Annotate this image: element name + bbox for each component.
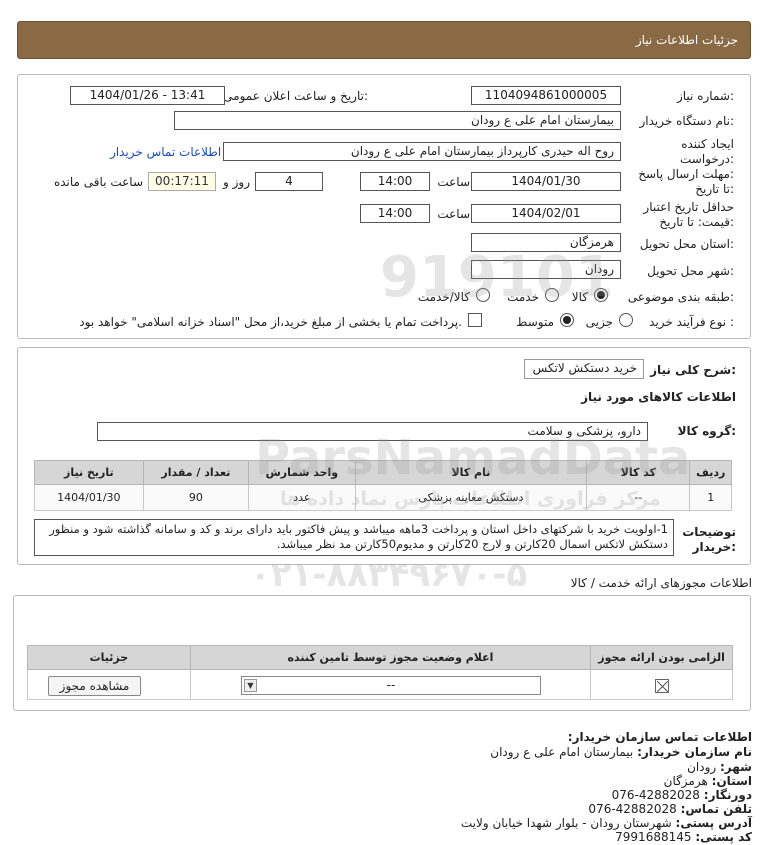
permit-status-select[interactable]: ▼ -- [241,676,541,695]
process-option-minor: جزیی [585,315,613,329]
contact-title: اطلاعات تماس سازمان خریدار: [567,730,752,744]
col-details: جزئیات [27,645,191,670]
validity-label-2: قیمت: تا تاریخ: [659,215,734,229]
category-option-both: کالا/خدمت [417,290,470,304]
contact-postal: کد پستی: 7991688145 [615,830,752,844]
process-radio-minor[interactable] [619,313,633,327]
remaining-label: ساعت باقی مانده [53,175,143,189]
goods-table: تاریخ نیاز تعداد / مقدار واحد شمارش نام … [34,460,732,511]
goods-table-header: تاریخ نیاز تعداد / مقدار واحد شمارش نام … [34,460,732,485]
summary-label: شرح کلی نیاز: [650,363,736,377]
validity-time-field: 14:00 [360,204,430,223]
notes-box: 1-اولویت خرید با شرکتهای داخل استان و پر… [34,519,674,556]
province-field: هرمزگان [471,233,621,252]
category-label: طبقه بندی موضوعی: [627,290,734,304]
days-label: روز و [223,175,250,189]
buyer-field: بیمارستان امام علی ع رودان [174,111,621,130]
category-radio-service[interactable] [545,288,559,302]
permit-required-checkbox [655,679,669,693]
cell-date: 1404/01/30 [34,484,144,511]
col-code: کد کالا [586,460,691,485]
category-option-service: خدمت [507,290,539,304]
contact-fax: دورنگار: 076-42882028 [611,788,752,802]
cell-qty: 90 [142,484,250,511]
cell-code: -- [586,484,691,511]
city-label: شهر محل تحویل: [647,264,734,278]
notes-text: 1-اولویت خرید با شرکتهای داخل استان و پر… [49,522,668,551]
category-option-goods: کالا [571,290,588,304]
deadline-label-1: مهلت ارسال پاسخ: [638,167,734,181]
deadline-time-field: 14:00 [360,172,430,191]
deadline-time-label: ساعت [437,175,470,189]
cell-unit: عدد [248,484,356,511]
cell-row: 1 [689,484,732,511]
col-status: اعلام وضعیت مجوز توسط تامین کننده [189,645,592,670]
col-unit: واحد شمارش [248,460,356,485]
validity-time-label: ساعت [437,207,470,221]
remaining-time-field: 00:17:11 [148,172,216,191]
table-row: 1404/01/30 90 عدد دستکش معاینه پزشکی -- … [34,484,732,511]
need-number-label: شماره نیاز: [676,89,734,103]
notes-label-2: خریدار: [692,540,736,554]
category-radio-goods[interactable] [594,288,608,302]
goods-info-title: اطلاعات کالاهای مورد نیاز [581,390,736,404]
payment-note: پرداخت تمام یا بخشی از مبلغ خرید،از محل … [79,315,462,329]
process-radio-medium[interactable] [560,313,574,327]
col-name: نام کالا [354,460,588,485]
page-title: جزئیات اطلاعات نیاز [635,33,738,47]
need-number-field: 1104094861000005 [471,86,621,105]
chevron-down-icon[interactable]: ▼ [244,679,257,692]
province-label: استان محل تحویل: [639,237,734,251]
notes-label-1: توضیحات [682,525,736,539]
deadline-date-field: 1404/01/30 [471,172,621,191]
validity-date-field: 1404/02/01 [471,204,621,223]
page-header: جزئیات اطلاعات نیاز [17,21,751,59]
process-label: نوع فرآیند خرید : [649,315,734,329]
validity-label-1: حداقل تاریخ اعتبار [643,200,734,214]
col-date: تاریخ نیاز [34,460,144,485]
group-field: دارو، پزشکی و سلامت [97,422,648,441]
city-field: رودان [471,260,621,279]
contact-phone: تلفن تماس: 076-42882028 [588,802,752,816]
contact-address: آدرس پستی: شهرستان رودان - بلوار شهدا خی… [460,816,752,830]
col-required: الزامی بودن ارائه مجوز [590,645,733,670]
announce-field: 1404/01/26 - 13:41 [70,86,225,105]
creator-label-2: درخواست: [680,152,734,166]
days-field: 4 [255,172,323,191]
creator-label-1: ایجاد کننده [681,137,734,151]
contact-org: نام سازمان خریدار: بیمارستان امام علی ع … [490,745,752,759]
contact-city: شهر: رودان [687,760,752,774]
deadline-label-2: تا تاریخ: [695,182,734,196]
buyer-contact-link[interactable]: اطلاعات تماس خریدار [110,145,221,159]
col-row: ردیف [689,460,732,485]
treasury-checkbox[interactable] [468,313,482,327]
permits-title: اطلاعات مجوزهای ارائه خدمت / کالا [570,576,752,590]
permit-status-value: -- [386,678,396,692]
permits-table-header: جزئیات اعلام وضعیت مجوز توسط تامین کننده… [27,645,733,670]
process-option-medium: متوسط [516,315,554,329]
creator-field: روح اله حیدری کارپرداز بیمارستان امام عل… [223,142,621,161]
view-permit-button[interactable]: مشاهده مجوز [48,676,141,696]
buyer-label: نام دستگاه خریدار: [639,114,735,128]
contact-province: استان: هرمزگان [663,774,752,788]
group-label: گروه کالا: [677,424,736,438]
category-radio-both[interactable] [476,288,490,302]
announce-label: تاریخ و ساعت اعلان عمومی: [223,89,368,103]
summary-field: خرید دستکش لاتکس [524,359,644,379]
col-qty: تعداد / مقدار [142,460,250,485]
cell-name: دستکش معاینه پزشکی [354,484,588,511]
